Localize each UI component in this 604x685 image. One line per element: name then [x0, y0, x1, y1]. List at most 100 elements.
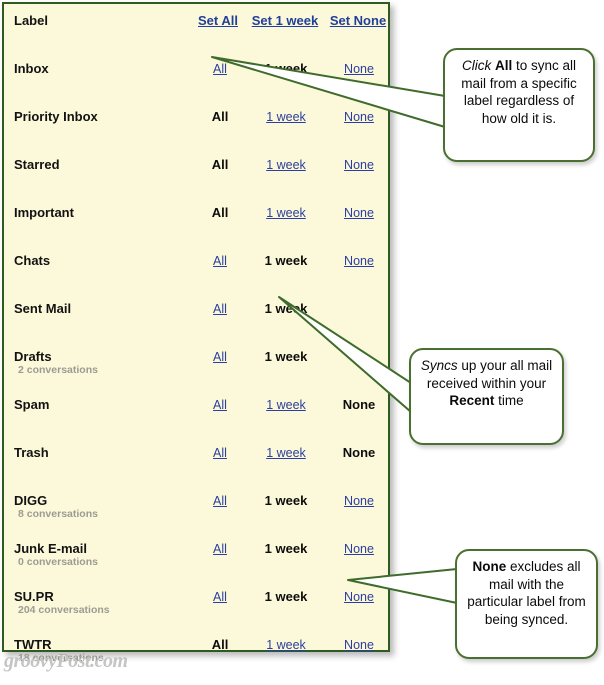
row-option-all-text[interactable]: All — [213, 302, 227, 316]
set-none-link[interactable]: Set None — [322, 13, 394, 28]
row-option-1week: 1 week — [251, 541, 321, 556]
row-option-1week: 1 week — [251, 493, 321, 508]
row-option-none-text[interactable]: None — [344, 638, 374, 652]
row-option-1week-text[interactable]: 1 week — [266, 206, 306, 220]
row-option-1week[interactable]: 1 week — [251, 445, 321, 461]
row-option-all: All — [189, 109, 251, 124]
row-label-text: SU.PR — [14, 589, 54, 604]
callout-3-part-0: None — [472, 559, 507, 574]
callout-2-part-3: time — [494, 393, 524, 408]
row-option-none-text: None — [342, 445, 376, 460]
row-label-text: Trash — [14, 445, 49, 460]
row-label-text: Junk E-mail — [14, 541, 87, 556]
row-option-none-text[interactable]: None — [344, 206, 374, 220]
row-option-none[interactable]: None — [324, 157, 394, 173]
row-option-1week[interactable]: 1 week — [251, 109, 321, 125]
set-all-link[interactable]: Set All — [187, 13, 249, 28]
row-option-all[interactable]: All — [189, 61, 251, 77]
row-option-all-text[interactable]: All — [213, 542, 227, 556]
row-label-text: Sent Mail — [14, 301, 72, 316]
row-label-cell: DIGG 8 conversations — [14, 493, 98, 521]
row-option-none[interactable]: None — [324, 589, 394, 605]
row-option-1week-text[interactable]: 1 week — [266, 446, 306, 460]
table-row: SU.PR 204 conversations All 1 week None — [4, 589, 388, 637]
table-row: Chats All 1 week None — [4, 253, 388, 301]
row-option-1week: 1 week — [251, 253, 321, 268]
row-option-all-text[interactable]: All — [213, 398, 227, 412]
row-label-text: Chats — [14, 253, 51, 268]
row-option-all[interactable]: All — [189, 445, 251, 461]
row-option-all[interactable]: All — [189, 589, 251, 605]
row-option-none[interactable]: None — [324, 253, 394, 269]
set-all-link-text[interactable]: Set All — [198, 13, 238, 28]
row-option-none-text[interactable]: None — [344, 110, 374, 124]
row-option-none[interactable]: None — [324, 205, 394, 221]
callout-none-excludes: None excludes all mail with the particul… — [455, 549, 598, 659]
row-option-1week[interactable]: 1 week — [251, 205, 321, 221]
callout-2-part-2: Recent — [449, 393, 495, 408]
row-option-none-text[interactable]: None — [344, 494, 374, 508]
callout-click-all: Click All to sync all mail from a specif… — [443, 48, 595, 162]
row-option-none[interactable]: None — [324, 109, 394, 125]
row-option-all-text: All — [211, 205, 229, 220]
row-option-none[interactable]: None — [324, 493, 394, 509]
row-option-1week: 1 week — [251, 349, 321, 364]
row-option-1week[interactable]: 1 week — [251, 637, 321, 653]
row-label-cell: Priority Inbox — [14, 109, 98, 124]
set-none-link-text[interactable]: Set None — [330, 13, 386, 28]
row-option-all-text[interactable]: All — [213, 254, 227, 268]
row-option-all[interactable]: All — [189, 541, 251, 557]
row-option-none: None — [324, 397, 394, 412]
table-row: Priority Inbox All 1 week None — [4, 109, 388, 157]
set-1week-link[interactable]: Set 1 week — [249, 13, 321, 28]
row-option-1week-text: 1 week — [264, 253, 308, 268]
row-option-none-text[interactable]: None — [344, 158, 374, 172]
set-1week-link-text[interactable]: Set 1 week — [252, 13, 319, 28]
row-option-none-text[interactable]: None — [344, 590, 374, 604]
row-option-all[interactable]: All — [189, 397, 251, 413]
row-option-none[interactable]: None — [324, 637, 394, 653]
row-option-all[interactable]: All — [189, 253, 251, 269]
row-option-all-text[interactable]: All — [213, 590, 227, 604]
column-header-label-text: Label — [14, 13, 48, 28]
row-option-1week-text[interactable]: 1 week — [266, 398, 306, 412]
column-header-label: Label — [14, 13, 48, 28]
row-option-none: None — [324, 445, 394, 460]
row-label-text: Drafts — [14, 349, 52, 364]
row-option-none-text[interactable]: None — [344, 254, 374, 268]
row-option-1week[interactable]: 1 week — [251, 157, 321, 173]
row-option-1week: 1 week — [251, 589, 321, 604]
row-option-none-text[interactable]: None — [344, 542, 374, 556]
row-option-1week-text: 1 week — [264, 301, 308, 316]
callout-2-part-0: Syncs — [420, 358, 458, 373]
row-option-all[interactable]: All — [189, 493, 251, 509]
row-option-all[interactable]: All — [189, 301, 251, 317]
table-row: Starred All 1 week None — [4, 157, 388, 205]
row-option-1week[interactable]: 1 week — [251, 397, 321, 413]
table-row: Trash All 1 week None — [4, 445, 388, 493]
row-option-all-text[interactable]: All — [213, 446, 227, 460]
row-label-cell: Chats — [14, 253, 50, 268]
row-option-none[interactable]: None — [324, 61, 394, 77]
callout-1-part-1: All — [494, 58, 513, 73]
row-option-none[interactable]: None — [324, 541, 394, 557]
row-option-all-text[interactable]: All — [213, 350, 227, 364]
row-option-1week-text: 1 week — [264, 61, 308, 76]
row-label-text: Inbox — [14, 61, 49, 76]
row-option-all-text[interactable]: All — [213, 494, 227, 508]
callout-1-part-0: Click — [461, 58, 495, 73]
table-row: Junk E-mail 0 conversations All 1 week None — [4, 541, 388, 589]
row-option-1week-text[interactable]: 1 week — [266, 158, 306, 172]
row-label-cell: Important — [14, 205, 74, 220]
row-label-cell: Starred — [14, 157, 60, 172]
row-option-1week-text[interactable]: 1 week — [266, 638, 306, 652]
row-conversation-count: 8 conversations — [18, 508, 98, 520]
row-option-all-text: All — [211, 109, 229, 124]
row-label-text: DIGG — [14, 493, 48, 508]
row-option-1week-text: 1 week — [264, 541, 308, 556]
row-option-all[interactable]: All — [189, 349, 251, 365]
row-option-1week-text[interactable]: 1 week — [266, 110, 306, 124]
row-option-all-text[interactable]: All — [213, 62, 227, 76]
row-conversation-count: 0 conversations — [18, 556, 98, 568]
row-option-none-text[interactable]: None — [344, 62, 374, 76]
